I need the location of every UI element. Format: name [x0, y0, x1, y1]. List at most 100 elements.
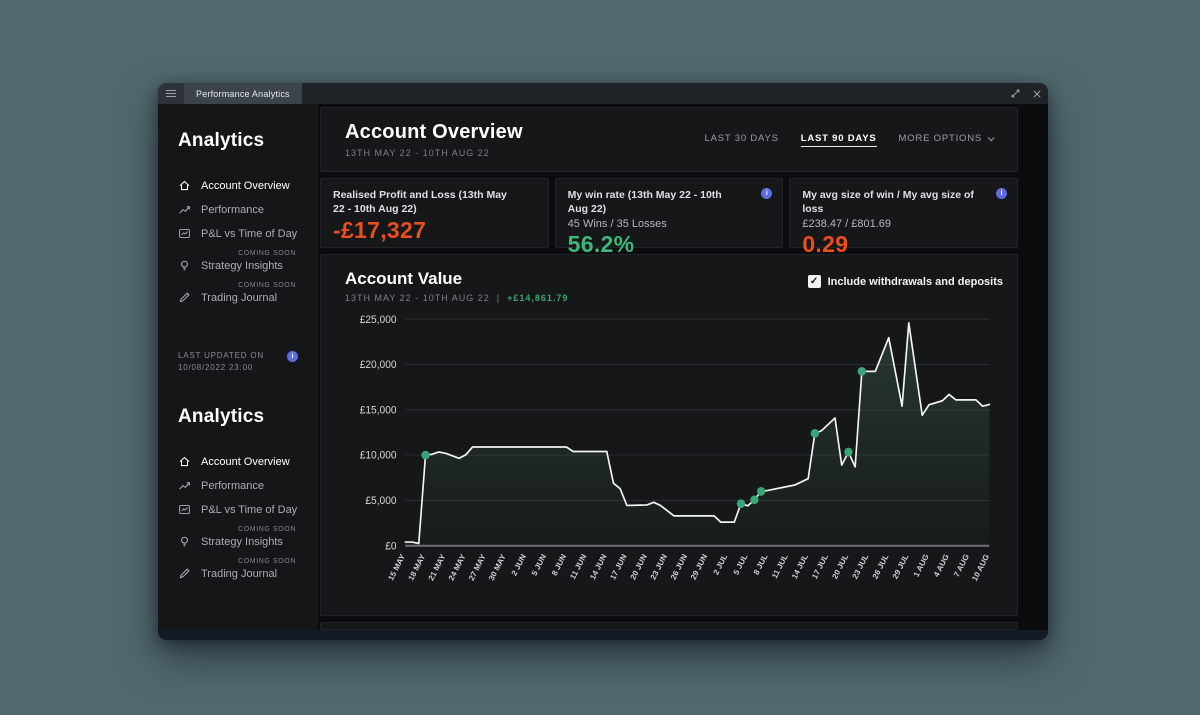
- sidebar: Analytics Account Overview Performance P&L …: [158, 104, 318, 630]
- home-icon: [178, 179, 192, 193]
- trend-up-icon: [178, 203, 192, 217]
- window-tab-label: Performance Analytics: [196, 89, 290, 99]
- data-point-marker: [811, 429, 819, 438]
- expand-icon[interactable]: [1004, 83, 1026, 104]
- tab-more-options[interactable]: MORE OPTIONS: [899, 133, 994, 146]
- sidebar-item-label: Performance: [201, 204, 264, 216]
- x-axis-label: 2 JUN: [510, 552, 528, 577]
- sidebar-title: Analytics: [178, 406, 300, 428]
- pencil-icon: [178, 567, 192, 581]
- close-icon[interactable]: [1026, 83, 1048, 104]
- x-axis-label: 20 JUL: [830, 552, 850, 580]
- x-axis-label: 18 MAY: [407, 552, 428, 582]
- sidebar-item-account-overview[interactable]: Account Overview: [178, 454, 300, 469]
- chart-window-icon: [178, 503, 192, 517]
- x-axis-label: 17 JUL: [810, 552, 830, 580]
- window-bottom-strip: [158, 630, 1048, 640]
- chart-svg: £0£5,000£10,000£15,000£20,000£25,00015 M…: [345, 307, 1003, 609]
- info-icon[interactable]: i: [761, 188, 772, 199]
- sidebar-item-strategy-insights[interactable]: Strategy Insights: [178, 534, 300, 549]
- account-overview-header: Account Overview 13TH MAY 22 - 10TH AUG …: [320, 107, 1018, 172]
- sidebar-item-performance[interactable]: Performance: [178, 478, 300, 493]
- chart-change-value: +£14,861.79: [507, 293, 568, 303]
- x-axis-label: 8 JUL: [752, 552, 770, 576]
- y-axis-label: £20,000: [360, 360, 397, 371]
- pencil-icon: [178, 291, 192, 305]
- sidebar-item-p-l-vs-time-of-day[interactable]: P&L vs Time of Day: [178, 226, 300, 241]
- titlebar-drag-area[interactable]: [302, 83, 1004, 104]
- x-axis-label: 20 JUN: [629, 552, 649, 581]
- stats-row: Realised Profit and Loss (13th May 22 - …: [320, 178, 1018, 248]
- window-tab[interactable]: Performance Analytics: [184, 83, 302, 104]
- tab-last-30-days[interactable]: LAST 30 DAYS: [705, 133, 779, 146]
- x-axis-label: 10 AUG: [970, 553, 991, 583]
- data-point-marker: [844, 448, 852, 457]
- y-axis-label: £5,000: [365, 496, 396, 507]
- data-point-marker: [750, 495, 758, 504]
- data-point-marker: [737, 499, 745, 508]
- account-value-chart[interactable]: £0£5,000£10,000£15,000£20,000£25,00015 M…: [345, 307, 1003, 609]
- sidebar-item-account-overview[interactable]: Account Overview: [178, 178, 300, 193]
- page-title: Account Overview: [345, 121, 523, 144]
- x-axis-label: 5 JUN: [530, 552, 548, 577]
- y-axis-label: £25,000: [360, 315, 397, 326]
- x-axis-label: 27 MAY: [467, 552, 488, 582]
- coming-soon-badge: COMING SOON: [178, 526, 300, 533]
- stat-card-my-win-rate: My win rate (13th May 22 - 10th Aug 22)4…: [555, 178, 784, 248]
- lightbulb-icon: [178, 259, 192, 273]
- tab-last-90-days[interactable]: LAST 90 DAYS: [801, 133, 877, 147]
- x-axis-label: 26 JUL: [871, 552, 891, 580]
- tab-label: LAST 90 DAYS: [801, 133, 877, 144]
- chart-area: [405, 323, 989, 546]
- x-axis-label: 11 JUN: [568, 552, 588, 581]
- chart-window-icon: [178, 227, 192, 241]
- sidebar-item-label: P&L vs Time of Day: [201, 504, 297, 516]
- stat-label: My avg size of win / My avg size of loss: [802, 188, 1005, 216]
- trend-up-icon: [178, 479, 192, 493]
- x-axis-label: 14 JUL: [790, 552, 810, 580]
- app-window: Performance Analytics Analytics Account O…: [158, 83, 1048, 640]
- chart-title: Account Value: [345, 269, 568, 289]
- last-updated-block: LAST UPDATED ON10/08/2022 23:00i: [178, 351, 300, 372]
- x-axis-label: 24 MAY: [447, 552, 468, 582]
- info-icon[interactable]: i: [287, 351, 298, 362]
- sidebar-item-p-l-vs-time-of-day[interactable]: P&L vs Time of Day: [178, 502, 300, 517]
- hamburger-menu-icon[interactable]: [158, 83, 184, 104]
- data-point-marker: [757, 487, 765, 496]
- stat-label: My win rate (13th May 22 - 10th Aug 22): [568, 188, 771, 216]
- stat-sub-value: £238.47 / £801.69: [802, 218, 1005, 230]
- sidebar-item-trading-journal[interactable]: Trading Journal: [178, 566, 300, 581]
- info-icon[interactable]: i: [996, 188, 1007, 199]
- x-axis-label: 26 JUN: [669, 552, 689, 581]
- sidebar-item-performance[interactable]: Performance: [178, 202, 300, 217]
- data-point-marker: [421, 451, 429, 460]
- chevron-down-icon: [988, 134, 995, 141]
- x-axis-label: 17 JUN: [608, 552, 628, 581]
- data-point-marker: [858, 367, 866, 376]
- stat-card-realised-profit-and-loss: Realised Profit and Loss (13th May 22 - …: [320, 178, 549, 248]
- chart-date-range: 13TH MAY 22 - 10TH AUG 22: [345, 293, 490, 303]
- main-content: Account Overview 13TH MAY 22 - 10TH AUG …: [318, 104, 1048, 630]
- sidebar-item-trading-journal[interactable]: Trading Journal: [178, 290, 300, 305]
- stat-card-my-avg-size-of-win-my-avg-size-of-loss: My avg size of win / My avg size of loss…: [789, 178, 1018, 248]
- x-axis-label: 11 JUL: [770, 552, 790, 580]
- x-axis-label: 1 AUG: [912, 553, 931, 579]
- sidebar-item-strategy-insights[interactable]: Strategy Insights: [178, 258, 300, 273]
- x-axis-label: 23 JUL: [851, 552, 871, 580]
- coming-soon-badge: COMING SOON: [178, 558, 300, 565]
- x-axis-label: 2 JUL: [712, 552, 730, 576]
- x-axis-label: 5 JUL: [732, 552, 750, 576]
- lightbulb-icon: [178, 535, 192, 549]
- stat-label: Realised Profit and Loss (13th May 22 - …: [333, 188, 536, 216]
- y-axis-label: £15,000: [360, 405, 397, 416]
- stat-value: 0.29: [802, 231, 1005, 258]
- sidebar-item-label: Trading Journal: [201, 568, 277, 580]
- x-axis-label: 14 JUN: [588, 552, 608, 581]
- withdrawals-checkbox[interactable]: ✓ Include withdrawals and deposits: [808, 275, 1003, 288]
- x-axis-label: 23 JUN: [649, 552, 669, 581]
- account-value-panel: Account Value 13TH MAY 22 - 10TH AUG 22 …: [320, 254, 1018, 616]
- coming-soon-badge: COMING SOON: [178, 250, 300, 257]
- separator: |: [497, 293, 500, 303]
- next-panel-sliver: [320, 622, 1018, 630]
- coming-soon-badge: COMING SOON: [178, 282, 300, 289]
